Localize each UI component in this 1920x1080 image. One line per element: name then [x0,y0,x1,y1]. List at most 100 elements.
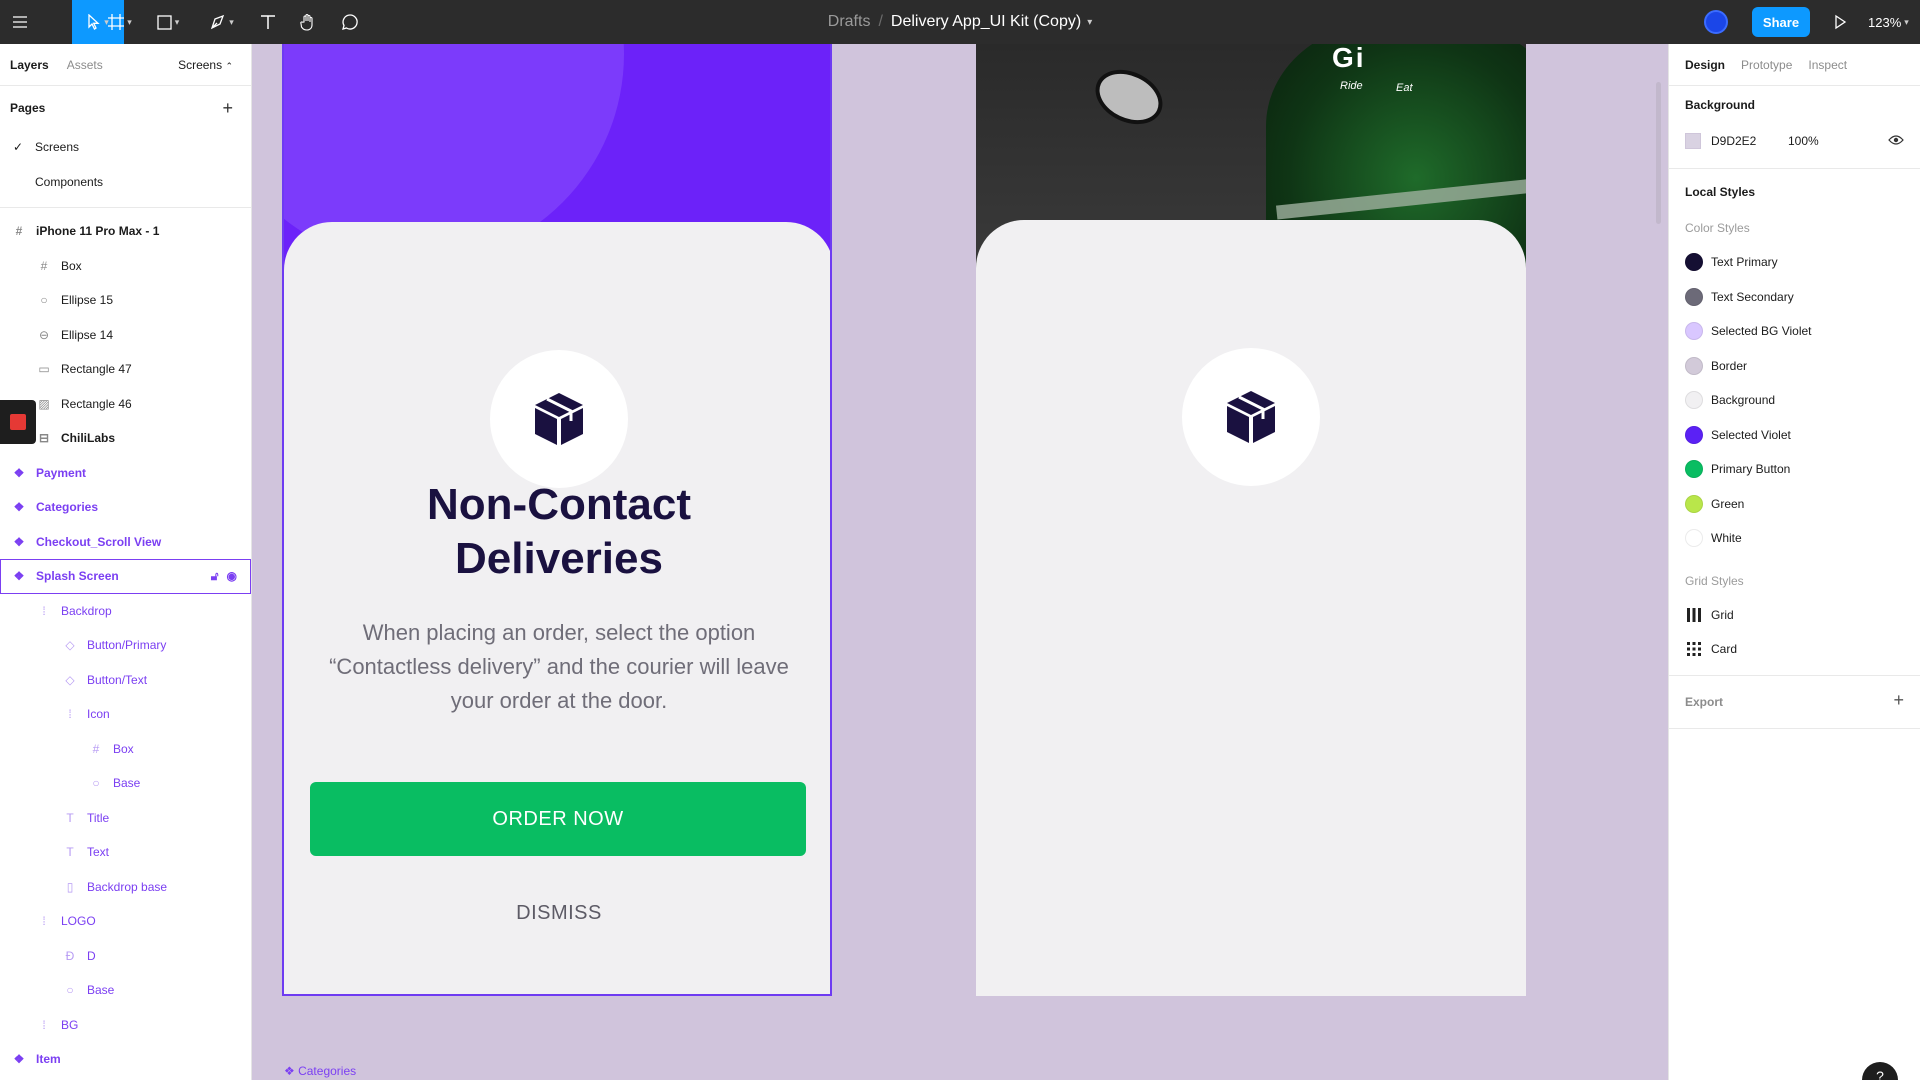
layer-row[interactable]: ○ Ellipse 15 [0,283,251,318]
background-fill-row[interactable]: D9D2E2 100% [1685,124,1904,158]
component-icon: ❖ [13,569,25,584]
layer-row[interactable]: ○ Base [0,973,251,1008]
layer-row[interactable]: ⁞ Backdrop [0,594,251,629]
layer-label: Button/Primary [87,638,167,653]
tab-inspect[interactable]: Inspect [1808,58,1847,72]
hamburger-icon[interactable] [6,0,34,44]
export-row[interactable]: Export + [1685,676,1904,728]
tab-design[interactable]: Design [1685,58,1725,72]
export-section: Export + [1669,676,1920,729]
eye-icon[interactable]: ◉ [227,569,237,584]
layer-row[interactable]: ❖ Categories [0,490,251,525]
chevron-down-icon[interactable]: ▾ [1087,17,1092,28]
frame-icon: # [92,741,100,756]
tab-prototype[interactable]: Prototype [1741,58,1792,72]
page-item-components[interactable]: Components [0,165,251,200]
present-button[interactable] [1828,10,1852,34]
eye-icon[interactable] [1888,134,1904,146]
breadcrumb-folder[interactable]: Drafts [828,13,871,31]
background-hex[interactable]: D9D2E2 [1711,134,1756,148]
chevron-up-icon: ⌃ [225,61,233,71]
color-style-row[interactable]: Green [1685,487,1904,522]
layer-row[interactable]: ❖ Item [0,1042,251,1077]
tab-assets[interactable]: Assets [67,58,103,72]
pages-dropdown[interactable]: Screens ⌃ [178,58,233,72]
layer-row[interactable]: ⁞ LOGO [0,904,251,939]
avatar[interactable] [1704,10,1728,34]
pen-tool-button[interactable]: ▾ [202,0,242,44]
shape-tool-button[interactable]: ▾ [148,0,188,44]
group-icon: ⁞ [68,707,72,722]
color-style-row[interactable]: Text Secondary [1685,280,1904,315]
share-button[interactable]: Share [1752,7,1810,37]
group-icon: ⊟ [38,431,50,446]
layer-label: BG [61,1017,79,1032]
layer-row[interactable]: ⁞ BG [0,1008,251,1043]
grid-style-card[interactable]: Card [1685,632,1904,667]
background-swatch[interactable] [1685,133,1701,149]
component-icon: ❖ [13,534,25,549]
layer-row[interactable]: ▯ Backdrop base [0,870,251,905]
vertical-scrollbar[interactable] [1656,82,1661,224]
page-item-screens[interactable]: ✓ Screens [0,130,251,165]
color-swatch-badge[interactable] [0,400,36,444]
layer-row[interactable]: ◇ Button/Primary [0,628,251,663]
page-label: Screens [35,140,80,155]
layer-row[interactable]: ⊖ Ellipse 14 [0,318,251,353]
rectangle-icon: ▭ [38,362,50,377]
pages-heading: Pages [10,101,46,115]
frame-icon: # [15,224,23,239]
hand-icon [300,13,313,31]
layer-row[interactable]: ▨ Rectangle 46 [0,387,251,422]
layer-row[interactable]: # Box [0,249,251,284]
color-style-row[interactable]: White [1685,521,1904,556]
component-icon: ❖ [13,465,25,480]
color-style-label: Primary Button [1711,462,1791,477]
color-swatch [1685,460,1703,479]
layer-label: Payment [36,465,87,480]
frame-tool-button[interactable]: ▾ [100,0,140,44]
splash-screen-frame[interactable]: Non-Contact Deliveries When placing an o… [282,44,832,996]
unlock-icon[interactable]: 🔓︎ [211,569,219,584]
text-tool-button[interactable] [252,0,284,44]
layer-row[interactable]: ⊟ ChiliLabs [0,421,251,456]
layer-row[interactable]: # iPhone 11 Pro Max - 1 [0,214,251,249]
icon-base [490,350,628,488]
tab-layers[interactable]: Layers [10,58,49,72]
layer-row[interactable]: ◇ Button/Text [0,663,251,698]
order-now-button[interactable]: ORDER NOW [310,782,806,856]
layer-row[interactable]: ❖ Payment [0,456,251,491]
layer-row[interactable]: # Box [0,732,251,767]
file-name[interactable]: Delivery App_UI Kit (Copy) [891,13,1081,31]
color-style-row[interactable]: Primary Button [1685,452,1904,487]
background-heading: Background [1685,98,1756,112]
plus-icon[interactable]: + [1893,690,1904,711]
color-style-row[interactable]: Text Primary [1685,245,1904,280]
comment-tool-button[interactable] [334,0,366,44]
background-opacity[interactable]: 100% [1788,134,1819,148]
layer-row[interactable]: ▭ Rectangle 47 [0,352,251,387]
color-style-row[interactable]: Border [1685,349,1904,384]
layer-row[interactable]: Ɖ D [0,939,251,974]
frame-label-categories[interactable]: ❖ Categories [284,1064,356,1078]
design-canvas[interactable]: Non-Contact Deliveries When placing an o… [252,44,1668,1080]
color-style-row[interactable]: Selected Violet [1685,418,1904,453]
layer-label: Button/Text [87,672,148,687]
color-style-row[interactable]: Background [1685,383,1904,418]
color-style-label: Green [1711,496,1745,511]
dismiss-button[interactable]: DISMISS [284,902,830,925]
color-style-row[interactable]: Selected BG Violet [1685,314,1904,349]
layer-row[interactable]: ⁞ Icon [0,697,251,732]
hand-tool-button[interactable] [292,0,324,44]
layer-label: Backdrop [61,603,112,618]
zoom-dropdown[interactable]: 123% ▾ [1868,0,1909,44]
photo-screen-frame[interactable]: Gi Ride Eat [976,44,1526,996]
layer-label: Ellipse 15 [61,293,114,308]
grid-style-grid[interactable]: Grid [1685,598,1904,633]
layer-row[interactable]: T Title [0,801,251,836]
layer-row[interactable]: ❖ Checkout_Scroll View [0,525,251,560]
layer-row[interactable]: ○ Base [0,766,251,801]
layer-row-selected[interactable]: ❖ Splash Screen 🔓︎ ◉ [0,559,251,594]
layer-row[interactable]: T Text [0,835,251,870]
add-page-icon[interactable]: + [222,98,233,119]
